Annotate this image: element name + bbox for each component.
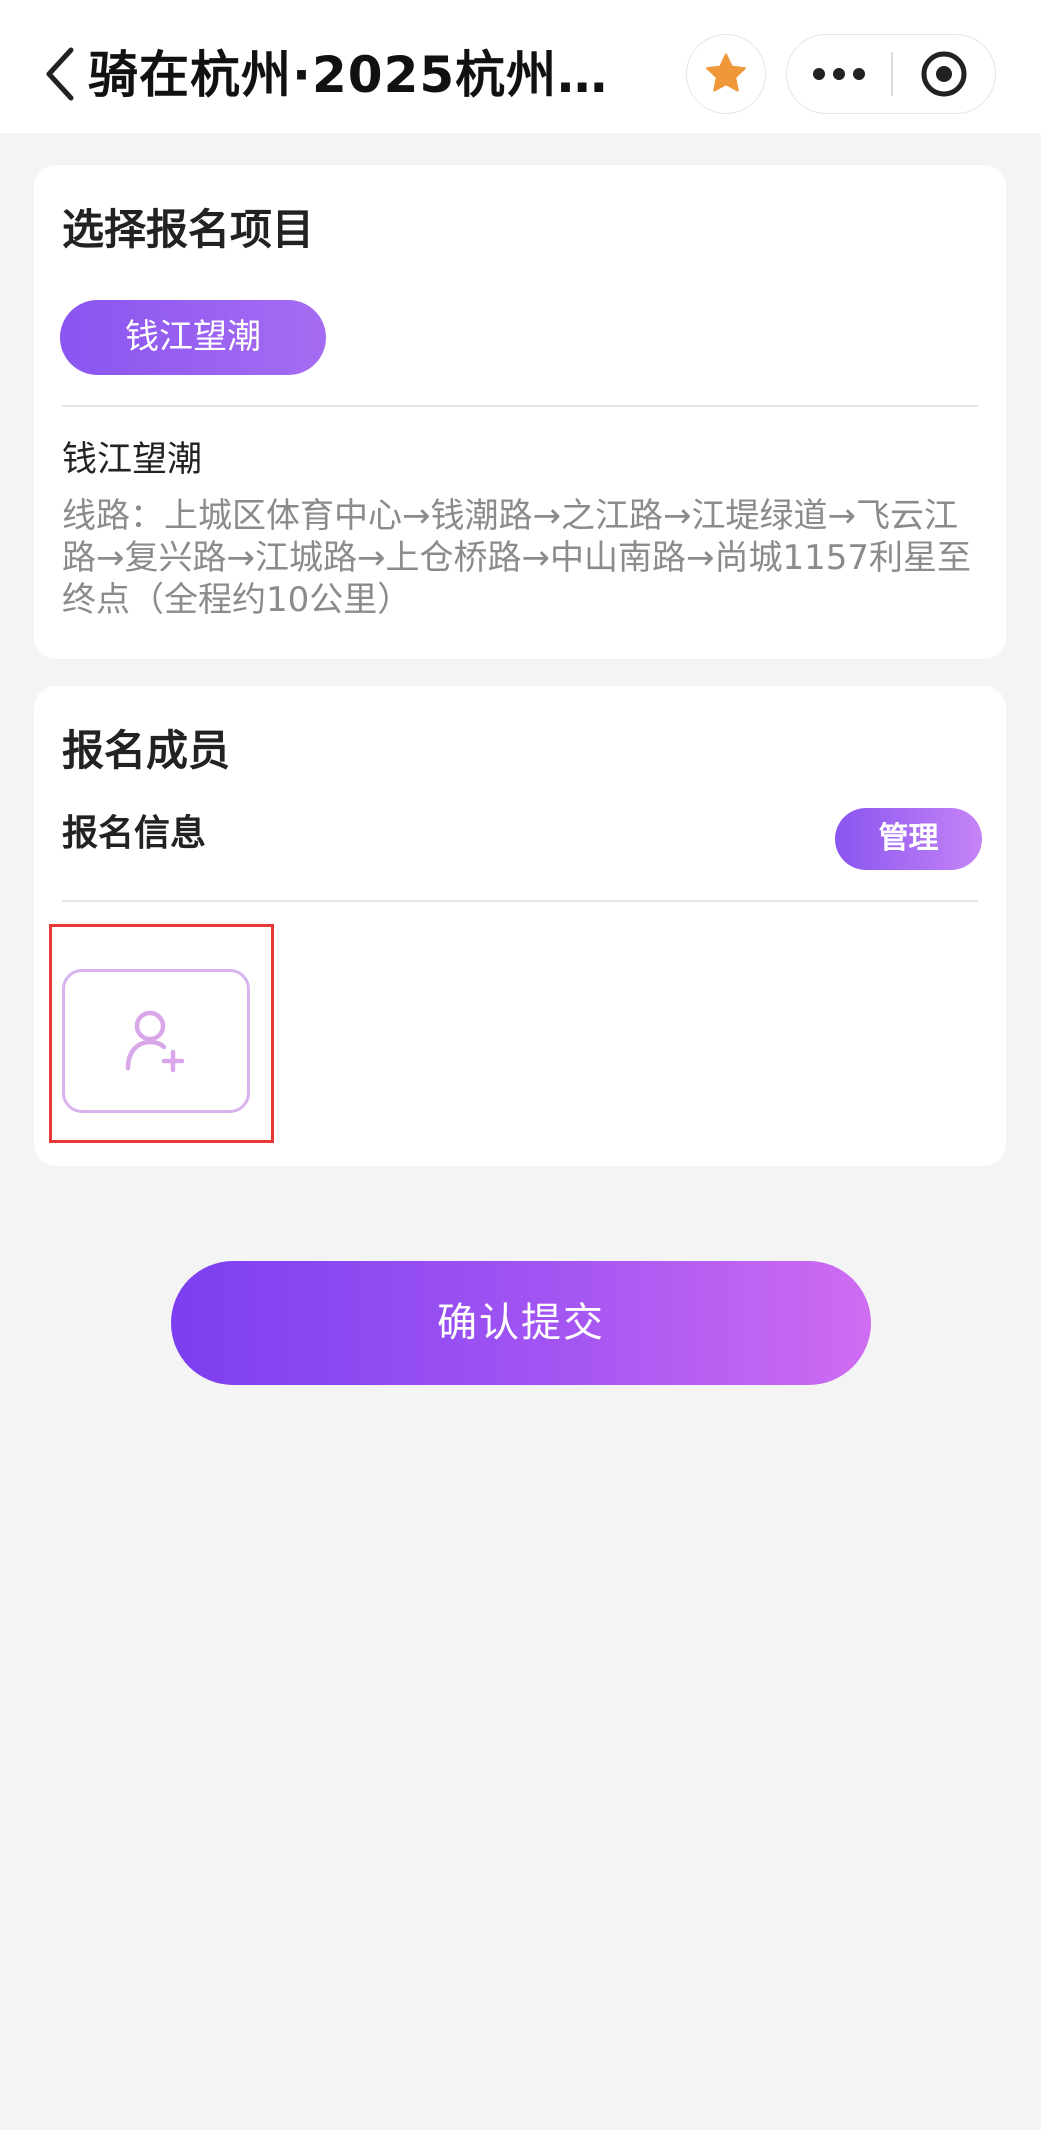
close-mini-program-button[interactable] xyxy=(893,34,995,114)
submit-button[interactable]: 确认提交 xyxy=(171,1261,871,1385)
more-button[interactable] xyxy=(787,34,891,114)
add-member-button[interactable] xyxy=(62,969,250,1113)
page-title: 骑在杭州·2025杭州… xyxy=(88,46,609,104)
project-section-heading: 选择报名项目 xyxy=(62,205,315,254)
project-option-button[interactable]: 钱江望潮 xyxy=(60,300,326,375)
members-card: 报名成员 报名信息 管理 xyxy=(34,686,1006,1166)
route-description: 线路：上城区体育中心→钱潮路→之江路→江堤绿道→飞云江路→复兴路→江城路→上仓桥… xyxy=(62,496,971,620)
divider xyxy=(62,900,978,902)
manage-button[interactable]: 管理 xyxy=(835,808,982,870)
project-selection-card: 选择报名项目 钱江望潮 钱江望潮 线路：上城区体育中心→钱潮路→之江路→江堤绿道… xyxy=(34,165,1006,659)
route-name: 钱江望潮 xyxy=(62,440,203,480)
divider xyxy=(62,405,978,407)
add-user-icon xyxy=(125,1010,185,1073)
favorite-button[interactable] xyxy=(686,34,766,114)
target-icon xyxy=(921,51,967,97)
mini-program-capsule xyxy=(786,34,996,114)
registration-info-label: 报名信息 xyxy=(62,813,207,854)
star-icon xyxy=(706,53,746,92)
chevron-left-icon xyxy=(46,47,74,101)
more-dots-icon xyxy=(813,68,865,80)
navigation-bar: 骑在杭州·2025杭州… xyxy=(0,0,1041,133)
back-button[interactable] xyxy=(40,44,80,104)
members-section-heading: 报名成员 xyxy=(62,726,231,775)
